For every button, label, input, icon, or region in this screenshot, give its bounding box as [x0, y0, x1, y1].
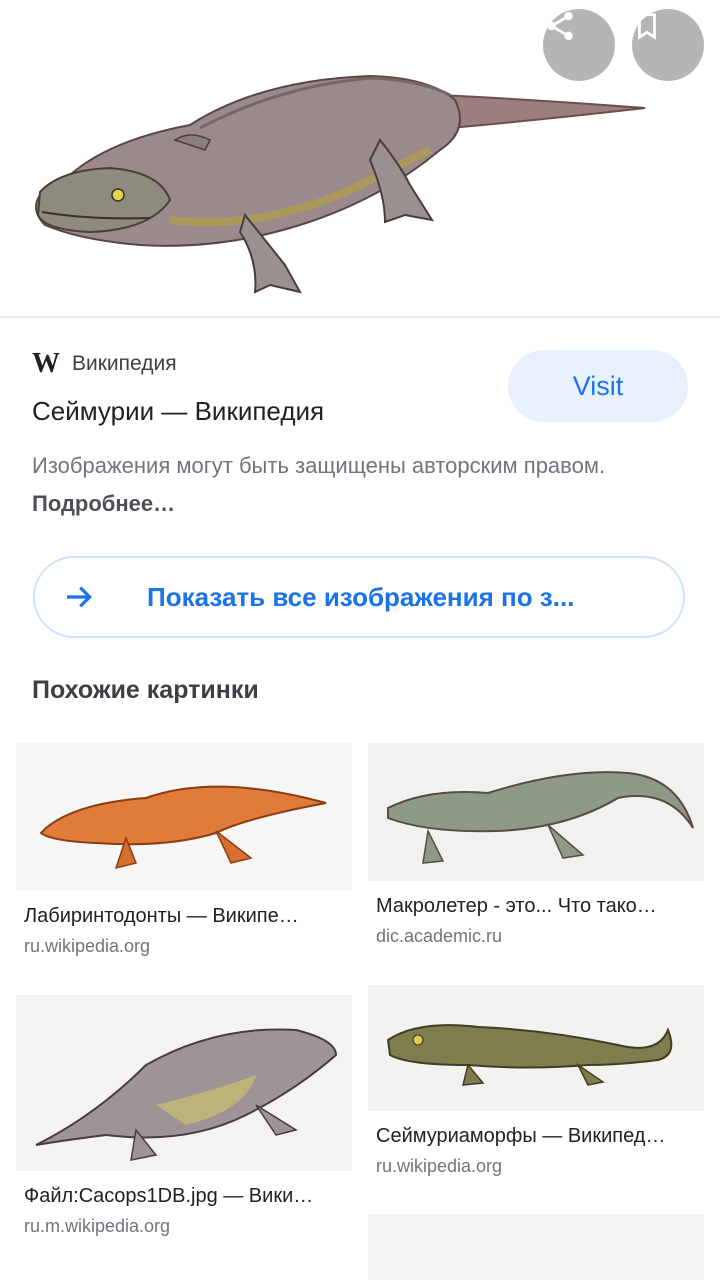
similar-domain: ru.wikipedia.org — [376, 1156, 503, 1176]
section-title: Похожие картинки — [32, 676, 259, 704]
similar-title: Лабиринтодонты — Википе… — [24, 905, 299, 927]
share-button[interactable] — [543, 9, 615, 81]
similar-thumbnail[interactable] — [368, 743, 704, 881]
source-row[interactable]: W Википедия — [32, 348, 177, 380]
copyright-text: Изображения могут быть защищены авторски… — [32, 453, 606, 478]
similar-domain: ru.m.wikipedia.org — [24, 1216, 171, 1236]
similar-domain: ru.wikipedia.org — [24, 936, 151, 956]
arrow-right-icon — [67, 586, 92, 608]
similar-card[interactable]: Макролетер - это... Что тако… dic.academ… — [368, 743, 704, 947]
similar-thumbnail[interactable] — [16, 995, 352, 1171]
similar-card[interactable]: Лабиринтодонты — Википе… ru.wikipedia.or… — [16, 743, 352, 957]
bookmark-icon — [638, 13, 656, 40]
similar-thumbnail[interactable] — [16, 743, 352, 891]
similar-title: Файл:Cacops1DB.jpg — Вики… — [24, 1185, 314, 1207]
bookmark-button[interactable] — [632, 9, 704, 81]
seymouriamorph-image — [368, 985, 704, 1111]
wikipedia-logo-icon: W — [32, 348, 60, 379]
macroleter-image — [368, 743, 704, 881]
similar-thumbnail[interactable] — [368, 985, 704, 1111]
source-name: Википедия — [72, 352, 177, 375]
show-all-label: Показать все изображения по з... — [147, 582, 575, 612]
similar-card[interactable] — [368, 1214, 704, 1280]
similar-title: Сеймуриаморфы — Википед… — [376, 1125, 666, 1147]
similar-domain: dic.academic.ru — [376, 926, 503, 946]
visit-button[interactable]: Visit — [508, 350, 688, 422]
similar-card[interactable]: Файл:Cacops1DB.jpg — Вики… ru.m.wikipedi… — [16, 995, 352, 1237]
show-all-images-button[interactable]: Показать все изображения по з... — [33, 556, 685, 638]
similar-card[interactable]: Сеймуриаморфы — Википед… ru.wikipedia.or… — [368, 985, 704, 1177]
labyrinthodont-image — [16, 743, 352, 891]
similar-title: Макролетер - это... Что тако… — [376, 895, 657, 917]
learn-more-link[interactable]: Подробнее… — [32, 491, 175, 516]
result-title[interactable]: Сеймурии — Википедия — [32, 396, 324, 427]
share-icon — [547, 11, 573, 41]
copyright-notice: Изображения могут быть защищены авторски… — [32, 447, 652, 523]
hero-image[interactable] — [0, 0, 720, 318]
similar-thumbnail[interactable] — [368, 1214, 704, 1280]
divider — [0, 316, 720, 318]
cacops-image — [16, 995, 352, 1171]
